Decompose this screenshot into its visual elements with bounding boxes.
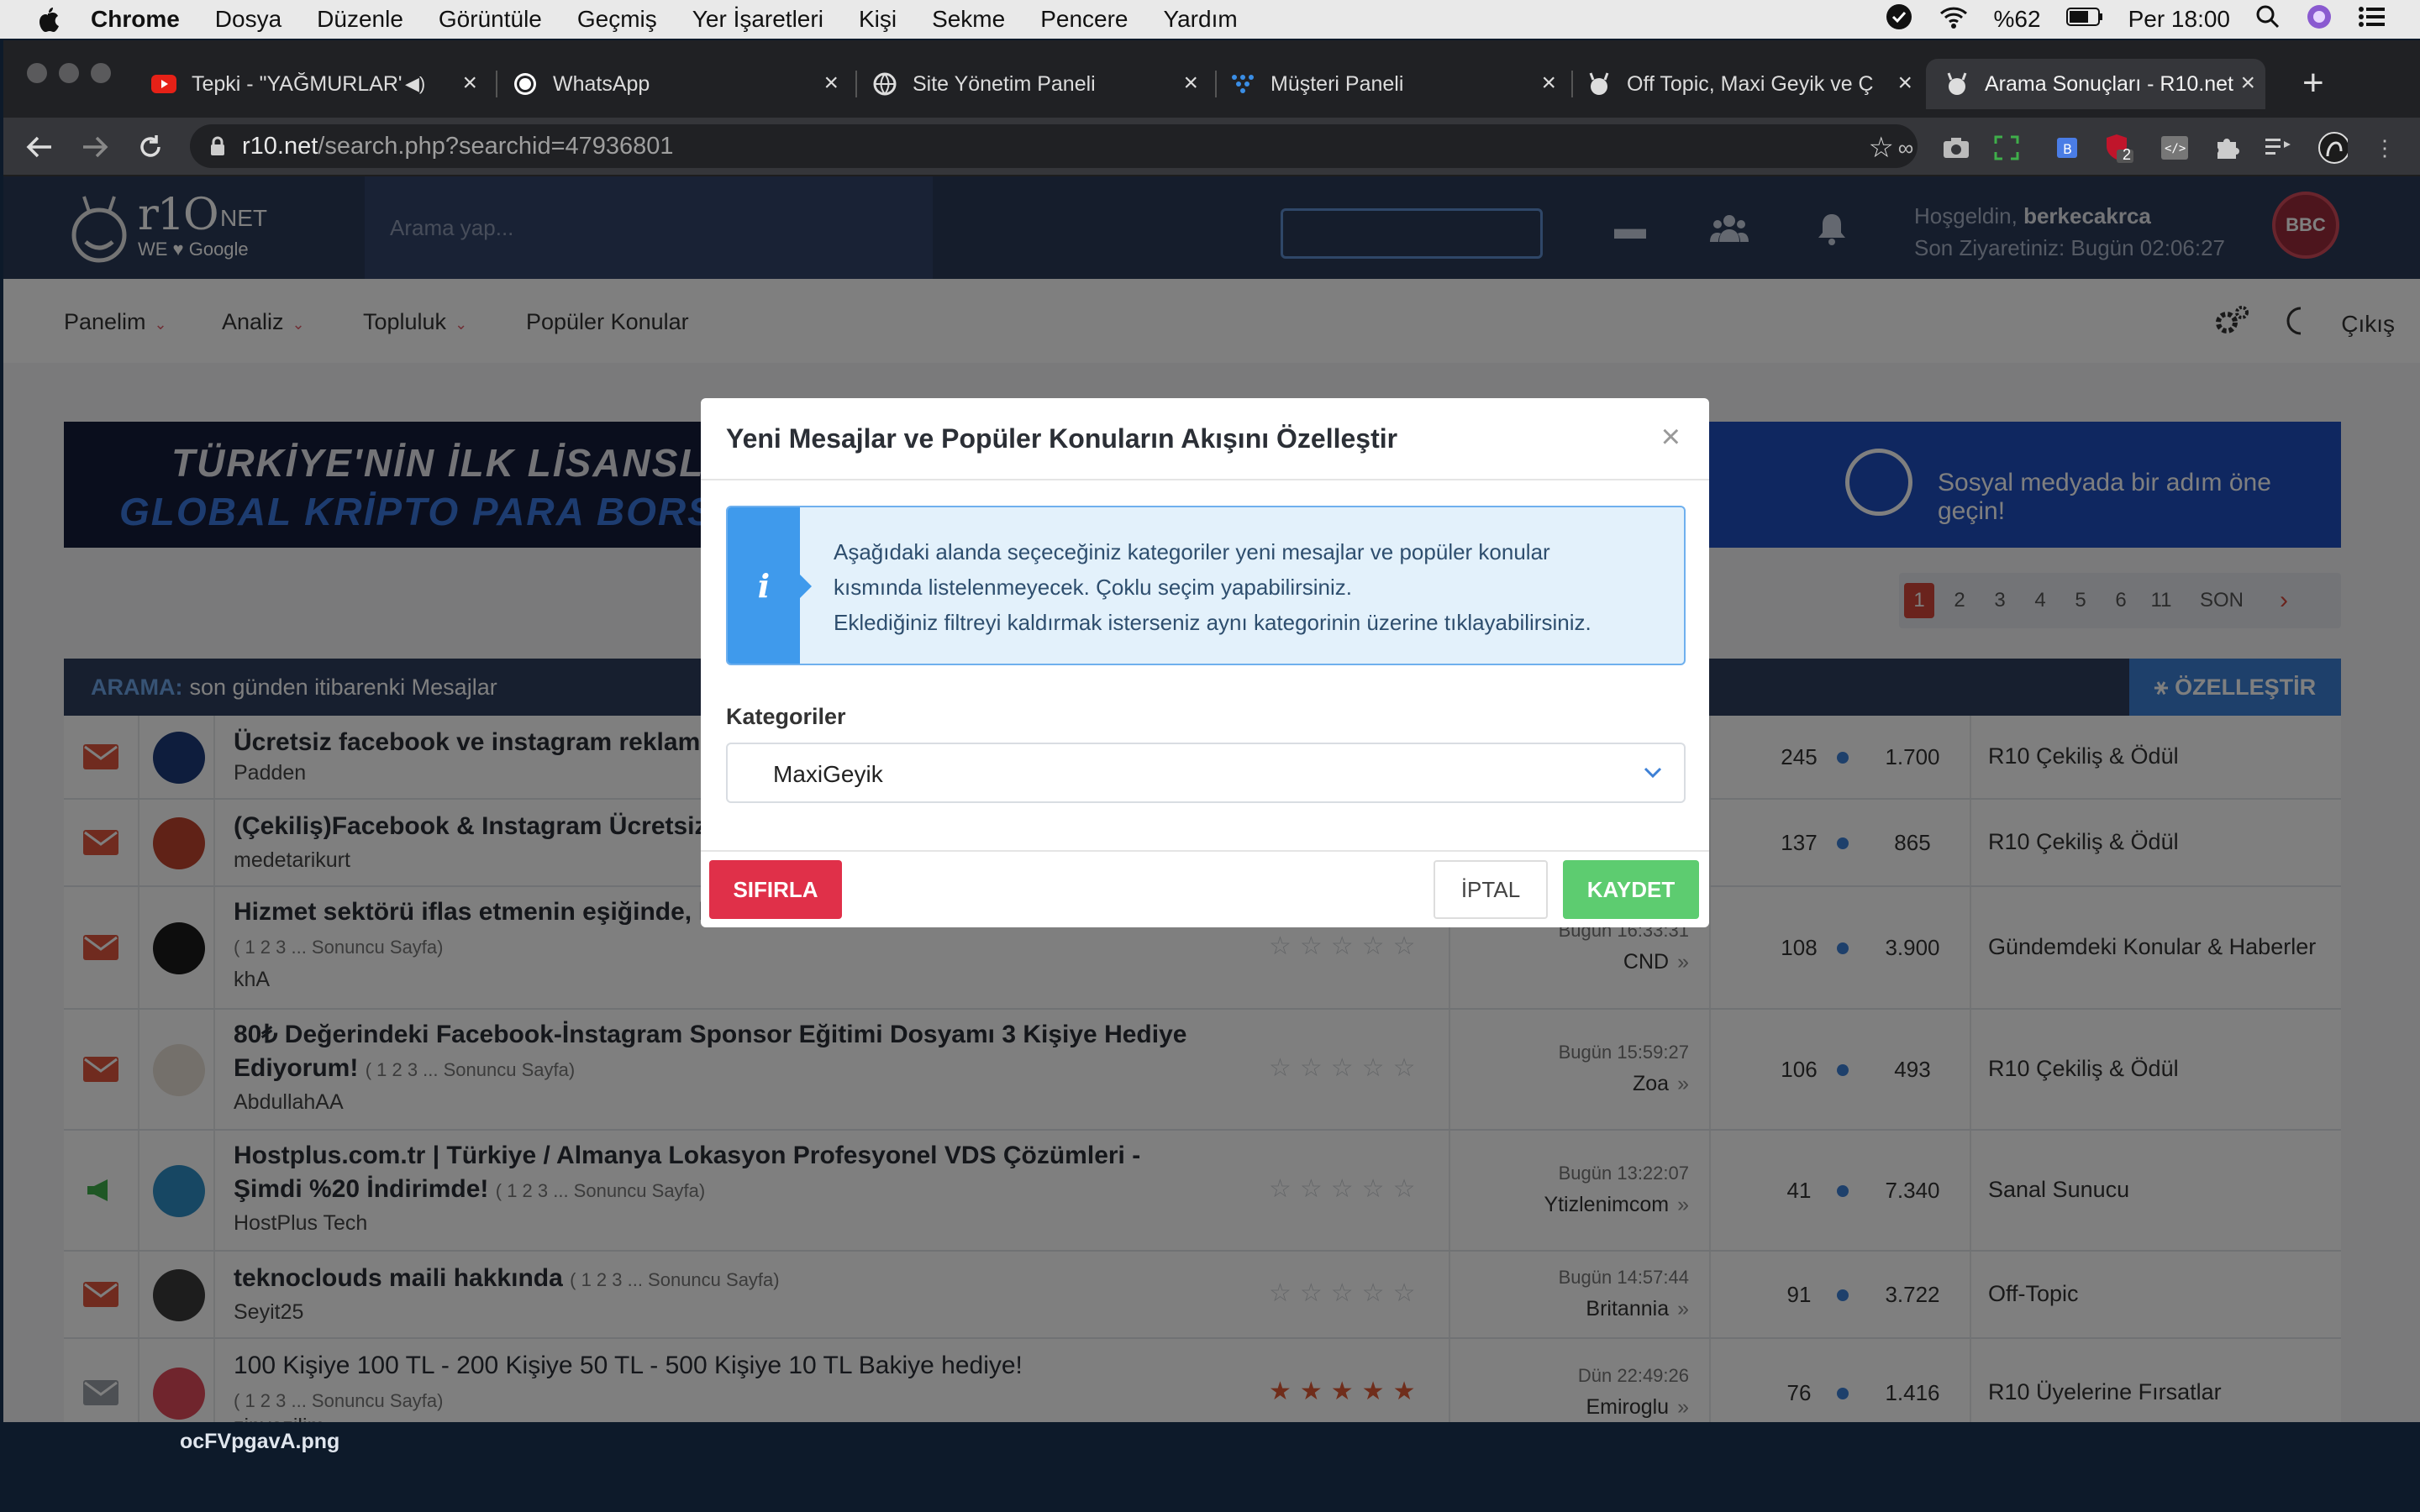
- tab-title: Off Topic, Maxi Geyik ve Ç: [1627, 71, 1874, 96]
- menu-duzenle[interactable]: Düzenle: [317, 6, 403, 33]
- window-zoom-button[interactable]: [91, 63, 111, 83]
- tab-close-icon[interactable]: ×: [2240, 69, 2255, 97]
- cancel-button[interactable]: İPTAL: [1434, 860, 1548, 919]
- menu-goruntule[interactable]: Görüntüle: [439, 6, 542, 33]
- camera-icon[interactable]: [1941, 133, 1971, 163]
- url-text: r10.net/search.php?searchid=47936801: [242, 132, 674, 160]
- battery-percent: %62: [1993, 6, 2041, 32]
- selected-category: MaxiGeyik: [773, 761, 883, 787]
- modal-close-icon[interactable]: ×: [1661, 418, 1681, 456]
- lock-icon[interactable]: [210, 136, 225, 156]
- extensions-puzzle-icon[interactable]: [2212, 133, 2242, 163]
- forward-arrow-icon[interactable]: [79, 131, 111, 163]
- menu-yardim[interactable]: Yardım: [1164, 6, 1238, 33]
- wifi-icon[interactable]: [1939, 4, 1969, 35]
- svg-text:</>: </>: [2165, 142, 2186, 155]
- speaker-icon[interactable]: ◀): [405, 73, 425, 95]
- menu-gecmis[interactable]: Geçmiş: [577, 6, 657, 33]
- tab-youtube[interactable]: Tepki - "YAĞMURLAR" ◀) ×: [151, 59, 487, 109]
- siri-icon[interactable]: [2306, 3, 2333, 36]
- youtube-icon: [151, 71, 176, 97]
- whatsapp-icon: [513, 71, 538, 97]
- translate-extension-icon[interactable]: B: [2050, 133, 2081, 163]
- ublock-icon[interactable]: 2: [2104, 133, 2134, 163]
- reload-icon[interactable]: [134, 131, 166, 163]
- reset-button[interactable]: SIFIRLA: [709, 860, 842, 919]
- tab-title: Site Yönetim Paneli: [913, 71, 1096, 96]
- tab-site-yonetim[interactable]: Site Yönetim Paneli ×: [872, 59, 1208, 109]
- tab-separator: [855, 71, 857, 97]
- categories-select[interactable]: MaxiGeyik: [726, 743, 1686, 803]
- menu-kisi[interactable]: Kişi: [859, 6, 897, 33]
- tab-title: Arama Sonuçları - R10.net: [1985, 71, 2233, 96]
- tab-off-topic[interactable]: Off Topic, Maxi Geyik ve Ç ×: [1586, 59, 1923, 109]
- browser-window: Tepki - "YAĞMURLAR" ◀) × WhatsApp × Site…: [3, 40, 2420, 1422]
- tab-close-icon[interactable]: ×: [1541, 69, 1556, 97]
- profile-avatar-icon[interactable]: [2317, 132, 2348, 164]
- menu-dosya[interactable]: Dosya: [215, 6, 281, 33]
- tab-whatsapp[interactable]: WhatsApp ×: [513, 59, 849, 109]
- r10-icon: [1944, 71, 1970, 97]
- tab-title: Müşteri Paneli: [1270, 71, 1404, 96]
- tab-separator: [496, 71, 497, 97]
- save-button[interactable]: KAYDET: [1563, 860, 1699, 919]
- chrome-menu-icon[interactable]: ⋮: [2370, 133, 2400, 163]
- spotlight-search-icon[interactable]: [2255, 4, 2281, 35]
- tab-separator: [1571, 71, 1573, 97]
- tab-close-icon[interactable]: ×: [823, 69, 839, 97]
- r10-icon: [1586, 71, 1612, 97]
- tab-arama-sonuclari[interactable]: Arama Sonuçları - R10.net ×: [1926, 59, 2265, 109]
- check-shield-icon[interactable]: [1885, 3, 1913, 37]
- menu-sekme[interactable]: Sekme: [932, 6, 1005, 33]
- desktop-file-label[interactable]: ocFVpgavA.png: [180, 1430, 339, 1454]
- svg-text:B: B: [2063, 141, 2072, 157]
- screenshot-icon[interactable]: [1991, 133, 2022, 163]
- menu-clock[interactable]: Per 18:00: [2128, 6, 2230, 33]
- macos-menu-bar: Chrome Dosya Düzenle Görüntüle Geçmiş Ye…: [0, 0, 2420, 39]
- modal-title: Yeni Mesajlar ve Popüler Konuların Akışı…: [726, 423, 1398, 454]
- categories-label: Kategoriler: [726, 704, 846, 729]
- menu-app-name[interactable]: Chrome: [91, 6, 180, 33]
- tab-musteri-paneli[interactable]: Müşteri Paneli ×: [1230, 59, 1566, 109]
- code-extension-icon[interactable]: </>: [2160, 133, 2190, 163]
- battery-icon[interactable]: [2065, 6, 2103, 33]
- webpage: r1O NET WE ♥ Google Arama yap... ▬ Hoşge…: [3, 176, 2420, 1422]
- apple-icon[interactable]: [34, 5, 62, 34]
- extension-link-icon[interactable]: ∞: [1891, 133, 1921, 163]
- panel-icon: [1230, 71, 1255, 97]
- tab-strip: Tepki - "YAĞMURLAR" ◀) × WhatsApp × Site…: [3, 40, 2420, 118]
- tab-separator: [1215, 71, 1217, 97]
- info-icon: i: [728, 507, 812, 664]
- menu-yer-isaretleri[interactable]: Yer İşaretleri: [692, 6, 823, 33]
- address-bar[interactable]: r10.net/search.php?searchid=47936801 ☆: [190, 124, 1918, 168]
- notification-center-icon[interactable]: [2358, 5, 2386, 34]
- window-minimize-button[interactable]: [59, 63, 79, 83]
- tab-title: Tepki - "YAĞMURLAR": [192, 71, 402, 96]
- tab-close-icon[interactable]: ×: [1183, 69, 1198, 97]
- customize-feed-modal: Yeni Mesajlar ve Popüler Konuların Akışı…: [701, 398, 1709, 927]
- tab-title: WhatsApp: [553, 71, 650, 96]
- new-tab-button[interactable]: +: [2302, 62, 2324, 104]
- tab-close-icon[interactable]: ×: [462, 69, 477, 97]
- back-arrow-icon[interactable]: [24, 131, 55, 163]
- chevron-down-icon: [1640, 759, 1665, 785]
- window-close-button[interactable]: [27, 63, 47, 83]
- toolbar: r10.net/search.php?searchid=47936801 ☆ ∞…: [3, 118, 2420, 176]
- info-alert: i Aşağıdaki alanda seçeceğiniz kategoril…: [726, 506, 1686, 665]
- globe-icon: [872, 71, 897, 97]
- menu-pencere[interactable]: Pencere: [1040, 6, 1128, 33]
- media-control-icon[interactable]: [2264, 133, 2294, 163]
- tab-close-icon[interactable]: ×: [1897, 69, 1912, 97]
